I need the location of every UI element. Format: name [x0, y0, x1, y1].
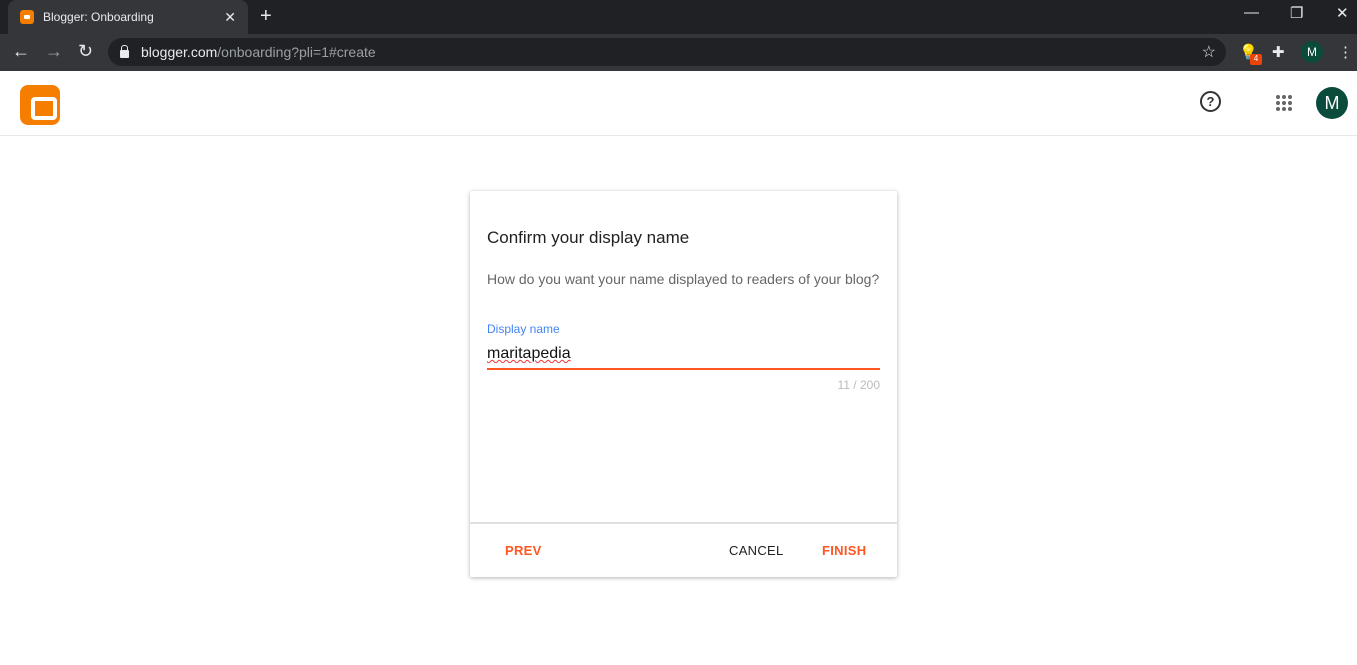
url-path: /onboarding?pli=1#create: [217, 44, 376, 60]
finish-button[interactable]: FINISH: [822, 543, 866, 558]
address-bar[interactable]: blogger.com/onboarding?pli=1#create ☆: [108, 38, 1226, 66]
display-name-input[interactable]: [487, 345, 880, 363]
display-name-label: Display name: [487, 322, 560, 336]
blogger-logo[interactable]: [20, 85, 60, 125]
dialog-title: Confirm your display name: [487, 228, 690, 247]
extension-badge: 4: [1250, 54, 1262, 65]
help-icon[interactable]: ?: [1200, 91, 1221, 112]
reload-icon[interactable]: ↻: [78, 41, 93, 62]
tab-title: Blogger: Onboarding: [43, 10, 154, 24]
display-name-dialog: Confirm your display name How do you wan…: [470, 191, 897, 577]
prev-button[interactable]: PREV: [505, 543, 542, 558]
profile-avatar[interactable]: M: [1301, 41, 1323, 63]
dialog-divider: [470, 522, 897, 524]
url-host: blogger.com: [141, 44, 218, 60]
browser-tab[interactable]: Blogger: Onboarding ✕: [8, 0, 248, 34]
forward-icon[interactable]: →: [45, 41, 63, 62]
input-underline: [487, 368, 880, 370]
minimize-icon[interactable]: —: [1244, 4, 1259, 21]
close-tab-icon[interactable]: ✕: [224, 9, 236, 26]
extensions-puzzle-icon[interactable]: ✚: [1272, 43, 1285, 61]
cancel-button[interactable]: CANCEL: [729, 543, 784, 558]
app-header: ? M: [0, 71, 1357, 136]
close-window-icon[interactable]: ✕: [1336, 4, 1349, 22]
lock-icon: [120, 44, 129, 58]
browser-toolbar: ← → ↻ blogger.com/onboarding?pli=1#creat…: [0, 34, 1357, 71]
bookmark-star-icon[interactable]: ☆: [1202, 42, 1216, 62]
back-icon[interactable]: ←: [12, 41, 30, 62]
new-tab-icon[interactable]: +: [260, 5, 272, 28]
restore-icon[interactable]: ❐: [1290, 4, 1303, 22]
blogger-favicon-icon: [20, 10, 34, 24]
dialog-subtitle: How do you want your name displayed to r…: [487, 271, 880, 287]
apps-grid-icon[interactable]: [1276, 95, 1292, 111]
menu-kebab-icon[interactable]: ⋮: [1338, 43, 1353, 61]
account-avatar[interactable]: M: [1316, 87, 1348, 119]
browser-tab-strip: Blogger: Onboarding ✕ + — ❐ ✕: [0, 0, 1357, 34]
char-counter: 11 / 200: [837, 378, 880, 392]
